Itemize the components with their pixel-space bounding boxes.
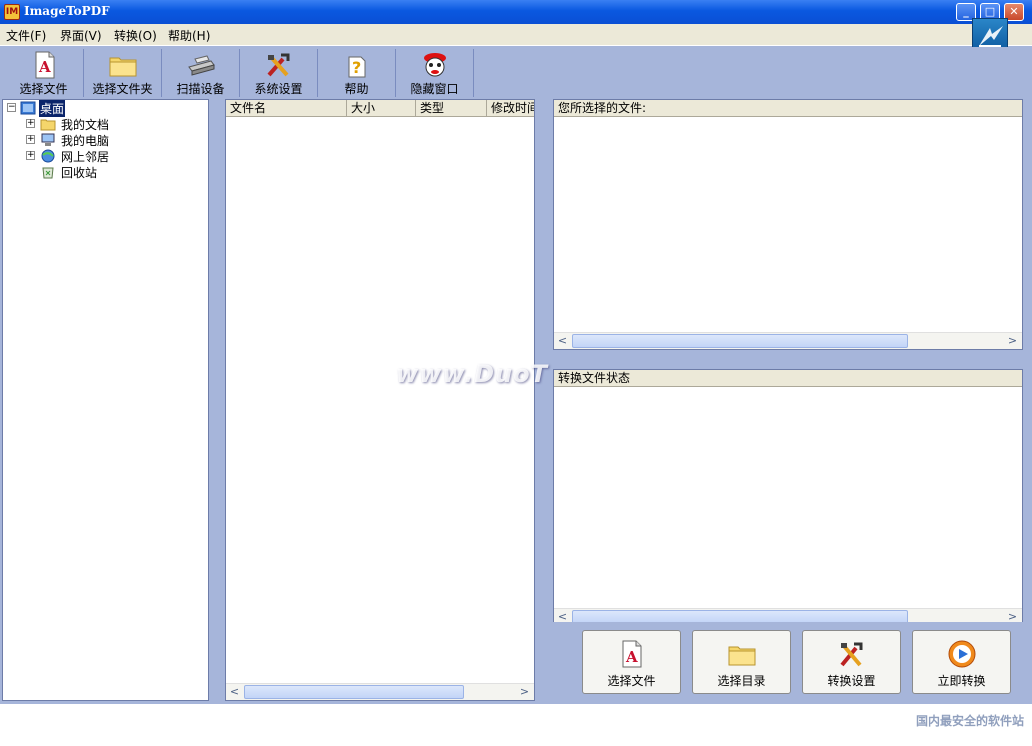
tree-node-network[interactable]: + 网上邻居 <box>3 148 203 164</box>
toolbar-select-file-label: 选择文件 <box>19 82 68 96</box>
toolbar-help-button[interactable]: ? 帮助 <box>318 49 396 97</box>
selected-files-title: 您所选择的文件: <box>558 101 647 115</box>
scroll-left-icon[interactable]: < <box>227 685 242 700</box>
app-logo-icon: IM <box>4 4 20 20</box>
mascot-icon <box>423 53 446 77</box>
action-select-directory-label: 选择目录 <box>717 674 766 688</box>
toolbar-scan-button[interactable]: 扫描设备 <box>162 49 240 97</box>
svg-text:A: A <box>625 648 638 666</box>
scanner-icon <box>187 55 215 76</box>
bottom-strip: 国内最安全的软件站 <box>0 704 1032 746</box>
tree-node-desktop[interactable]: − 桌面 <box>3 100 203 117</box>
tree-label-my-computer: 我的电脑 <box>61 134 110 148</box>
documents-folder-icon <box>40 119 56 131</box>
menu-view[interactable]: 界面(V) <box>60 27 102 44</box>
conversion-status-title: 转换文件状态 <box>558 371 631 385</box>
conversion-status-header: 转换文件状态 <box>554 370 1022 387</box>
app-window: IM ImageToPDF _ □ ✕ 文件(F) 界面(V) 转换(O) 帮助… <box>0 0 1032 704</box>
toolbar-scan-label: 扫描设备 <box>176 82 225 96</box>
expand-icon[interactable]: + <box>26 151 35 160</box>
tools-icon <box>839 642 862 667</box>
window-title: ImageToPDF <box>24 4 110 18</box>
svg-text:?: ? <box>352 58 361 77</box>
toolbar-hide-window-label: 隐藏窗口 <box>410 82 459 96</box>
toolbar-settings-button[interactable]: 系统设置 <box>240 49 318 97</box>
action-bar: A 选择文件 选择目录 转换设置 立即转换 <box>553 622 1023 700</box>
action-select-directory-button[interactable]: 选择目录 <box>692 630 791 694</box>
recycle-bin-icon <box>42 167 54 179</box>
menu-bar: 文件(F) 界面(V) 转换(O) 帮助(H) <box>0 24 1032 46</box>
computer-icon <box>41 133 55 146</box>
toolbar-settings-label: 系统设置 <box>254 82 303 96</box>
toolbar-select-folder-label: 选择文件夹 <box>92 82 153 96</box>
scroll-right-icon[interactable]: > <box>517 685 532 700</box>
column-header-size[interactable]: 大小 <box>347 100 416 117</box>
toolbar: A 选择文件 选择文件夹 扫描设备 系统设置 ? 帮助 隐藏窗口 <box>0 47 1024 99</box>
folder-tree-panel: − 桌面 + 我的文档 + 我的电脑 + 网上邻居 回收站 <box>2 99 209 701</box>
action-select-file-button[interactable]: A 选择文件 <box>582 630 681 694</box>
action-convert-settings-label: 转换设置 <box>827 674 876 688</box>
tree-label-my-documents: 我的文档 <box>61 118 110 132</box>
file-list-header: 文件名 大小 类型 修改时间 <box>226 100 534 117</box>
scroll-thumb[interactable] <box>244 685 464 699</box>
action-select-file-label: 选择文件 <box>607 674 656 688</box>
desktop-icon <box>20 101 36 115</box>
file-list-panel: 文件名 大小 类型 修改时间 < > <box>225 99 535 701</box>
selected-files-panel: 您所选择的文件: < > <box>553 99 1023 350</box>
tree-label-recycle-bin: 回收站 <box>61 166 98 180</box>
column-header-name[interactable]: 文件名 <box>226 100 347 117</box>
pdf-file-icon: A <box>622 640 641 668</box>
toolbar-help-label: 帮助 <box>344 82 369 96</box>
network-globe-icon <box>41 149 55 163</box>
collapse-icon[interactable]: − <box>7 103 16 112</box>
selected-files-hscrollbar[interactable]: < > <box>554 332 1022 349</box>
scroll-thumb[interactable] <box>572 334 908 348</box>
help-icon: ? <box>348 56 365 78</box>
site-watermark: 国内最安全的软件站 <box>915 714 1024 728</box>
file-list-hscrollbar[interactable]: < > <box>226 683 534 700</box>
folder-icon <box>109 57 136 77</box>
tools-icon <box>266 53 289 77</box>
toolbar-hide-window-button[interactable]: 隐藏窗口 <box>396 49 474 97</box>
scroll-left-icon[interactable]: < <box>555 334 570 349</box>
menu-convert[interactable]: 转换(O) <box>114 27 157 44</box>
expand-icon[interactable]: + <box>26 119 35 128</box>
action-convert-now-button[interactable]: 立即转换 <box>912 630 1011 694</box>
action-convert-settings-button[interactable]: 转换设置 <box>802 630 901 694</box>
watermark-text: www.DuoT <box>396 360 548 388</box>
menu-file[interactable]: 文件(F) <box>6 27 46 44</box>
folder-icon <box>728 646 755 666</box>
scroll-right-icon[interactable]: > <box>1005 334 1020 349</box>
tree-label-network: 网上邻居 <box>61 150 110 164</box>
selected-files-header: 您所选择的文件: <box>554 100 1022 117</box>
convert-play-icon <box>948 640 975 668</box>
column-header-type[interactable]: 类型 <box>416 100 487 117</box>
svg-text:A: A <box>38 58 51 76</box>
pdf-file-icon: A <box>35 51 54 79</box>
toolbar-select-folder-button[interactable]: 选择文件夹 <box>84 49 162 97</box>
tree-node-recycle-bin[interactable]: 回收站 <box>3 164 203 180</box>
tree-node-my-documents[interactable]: + 我的文档 <box>3 116 203 132</box>
tree-node-my-computer[interactable]: + 我的电脑 <box>3 132 203 148</box>
conversion-status-panel: 转换文件状态 < > <box>553 369 1023 626</box>
menu-help[interactable]: 帮助(H) <box>168 27 210 44</box>
tree-label-desktop: 桌面 <box>39 100 66 117</box>
action-convert-now-label: 立即转换 <box>937 674 986 688</box>
title-bar[interactable]: IM ImageToPDF _ □ ✕ <box>0 0 1032 24</box>
expand-icon[interactable]: + <box>26 135 35 144</box>
column-header-modified[interactable]: 修改时间 <box>487 100 534 117</box>
toolbar-select-file-button[interactable]: A 选择文件 <box>4 49 84 97</box>
